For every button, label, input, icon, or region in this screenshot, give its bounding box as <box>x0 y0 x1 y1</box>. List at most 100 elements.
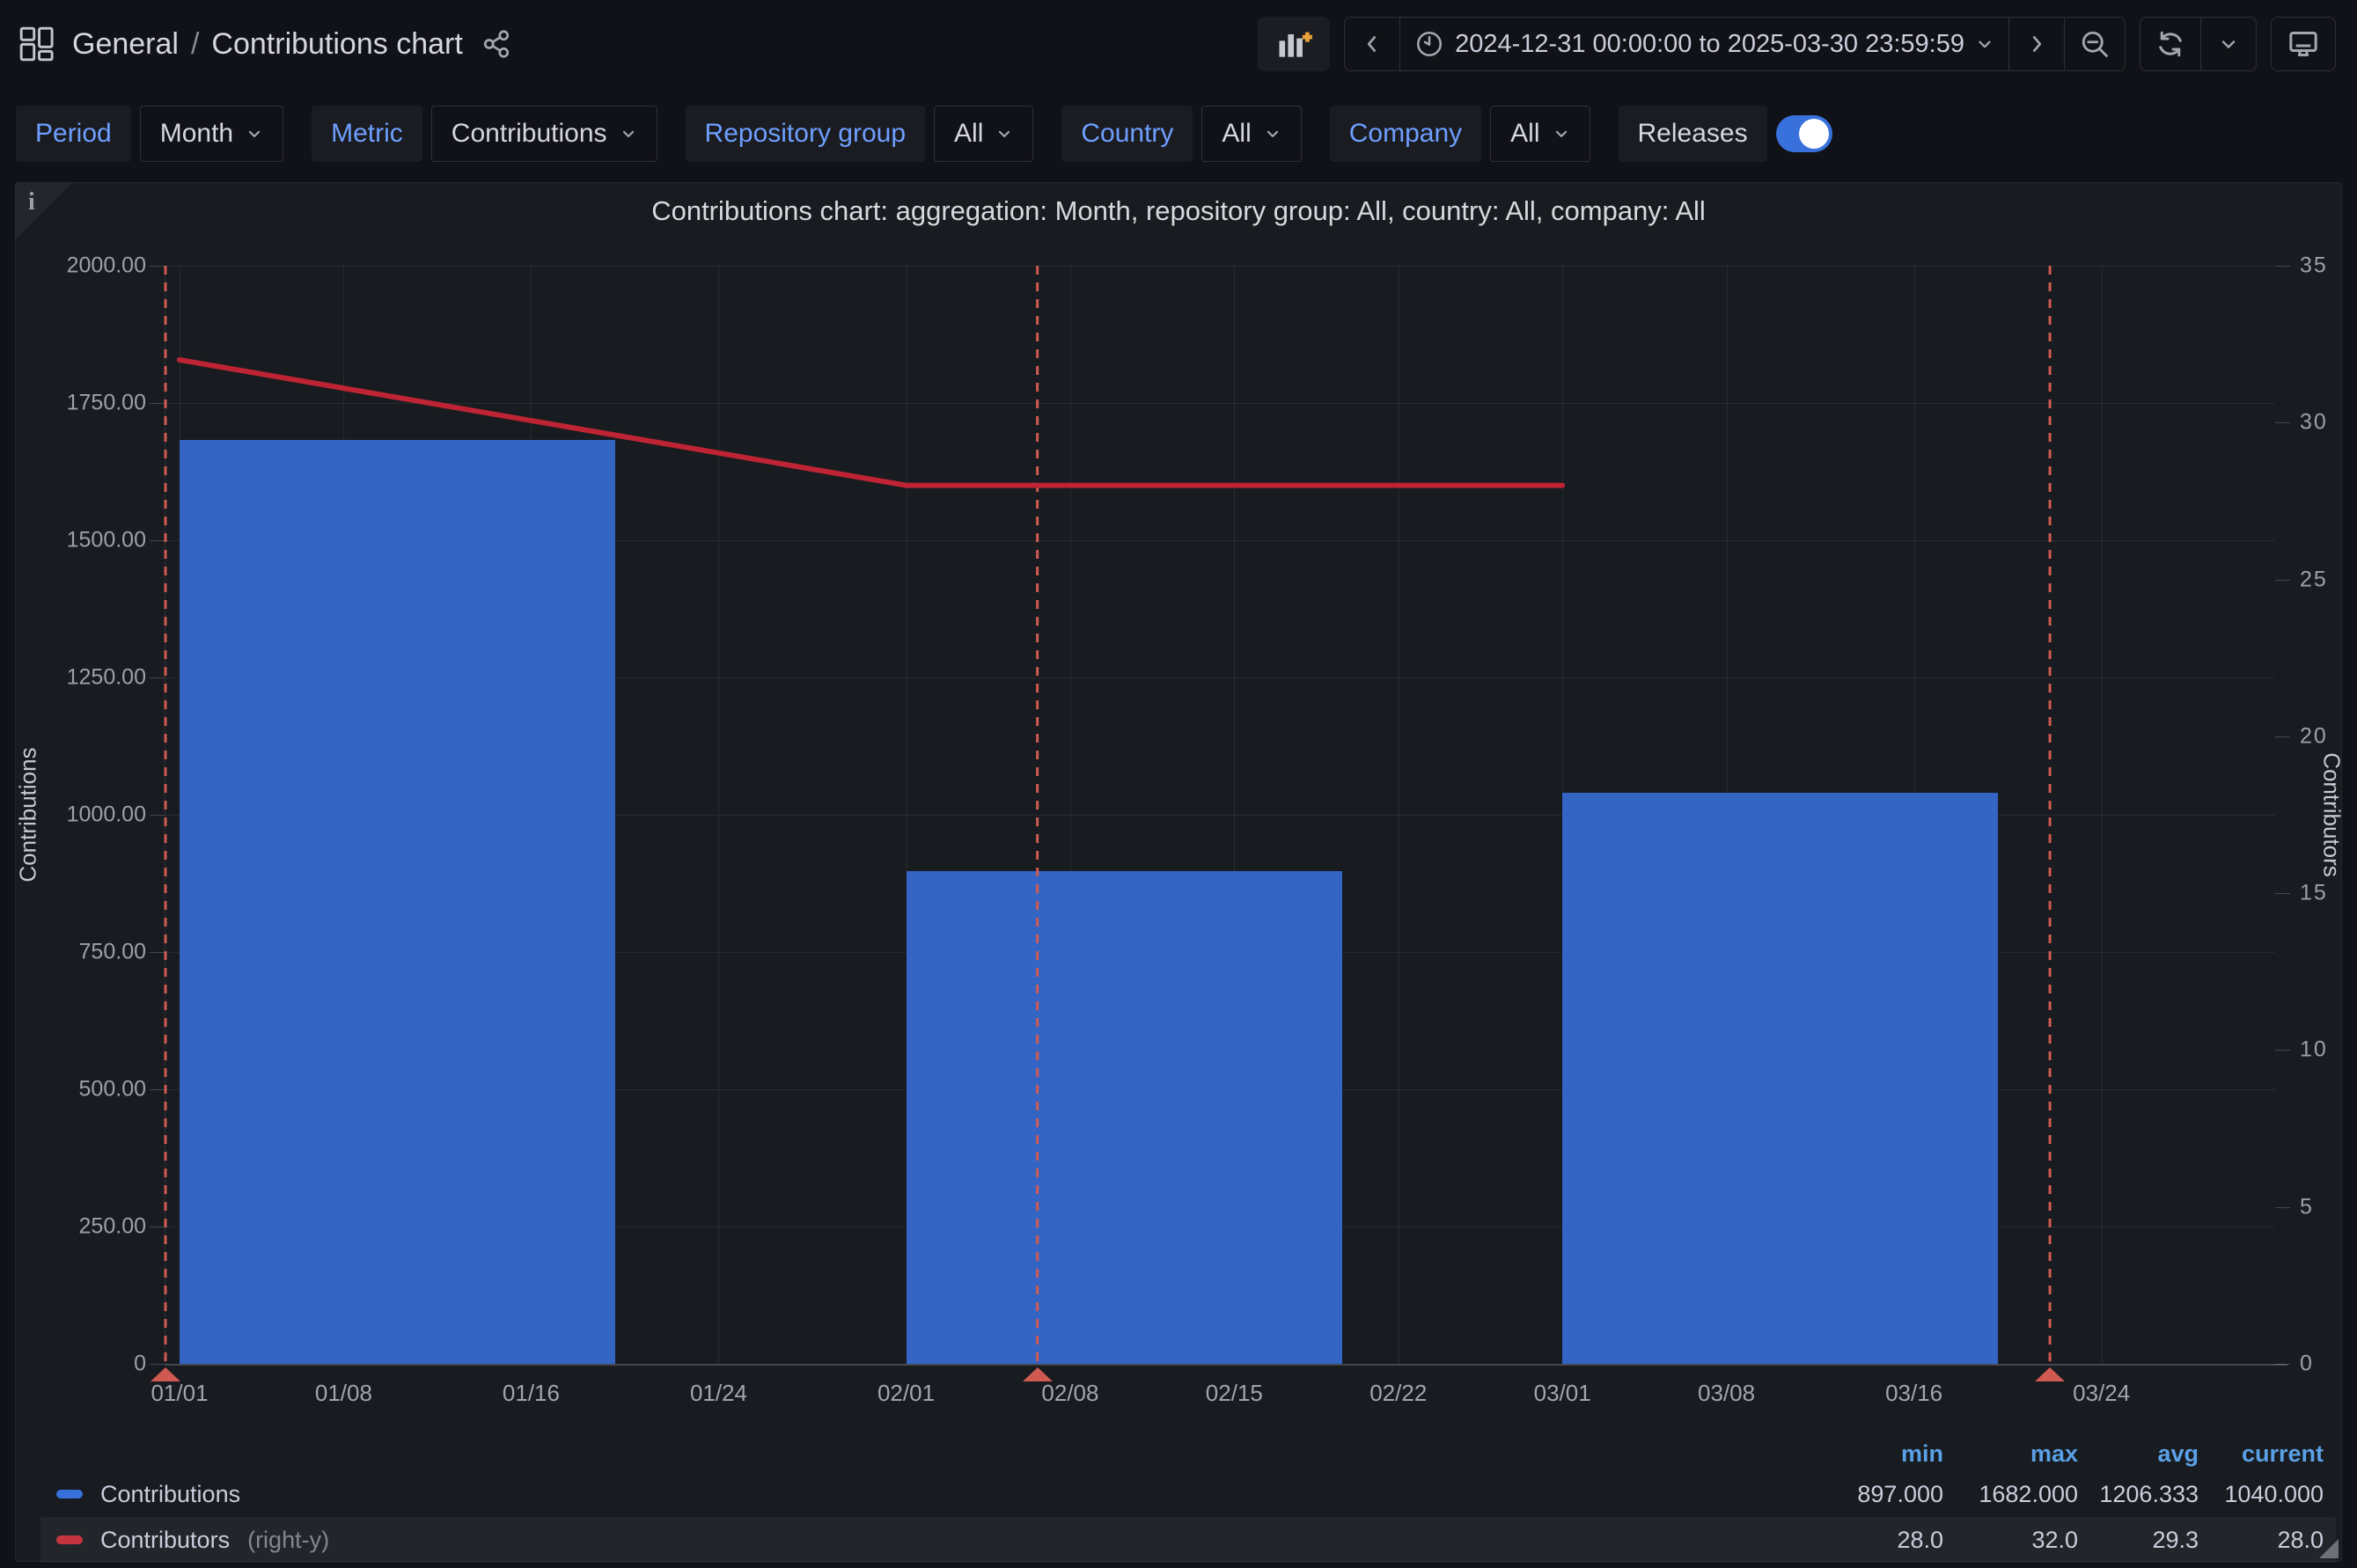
x-axis-label: 01/01 <box>151 1380 208 1407</box>
y-axis-label-left: 2000.00 <box>32 253 146 279</box>
filter-label-metric[interactable]: Metric <box>312 106 422 162</box>
x-axis-label: 01/08 <box>315 1380 372 1407</box>
y-axis-label-left: 1250.00 <box>32 665 146 691</box>
filter-value-country[interactable]: All <box>1201 106 1301 162</box>
time-range-text: 2024-12-31 00:00:00 to 2025-03-30 23:59:… <box>1455 30 1964 59</box>
y-axis-tick <box>150 266 165 267</box>
legend-stat-current: 1040.000 <box>2199 1481 2324 1508</box>
release-marker-icon[interactable] <box>2035 1367 2065 1381</box>
zoom-out-button[interactable] <box>2064 17 2126 71</box>
breadcrumb-separator: / <box>191 27 199 62</box>
x-axis-label: 03/24 <box>2073 1380 2130 1407</box>
y-axis-label-right: 5 <box>2300 1194 2314 1220</box>
y-axis-label-right: 15 <box>2300 881 2328 906</box>
filter-value-period[interactable]: Month <box>140 106 283 162</box>
legend-header-row: minmaxavgcurrent <box>40 1436 2336 1471</box>
plot-area[interactable] <box>165 266 2275 1364</box>
x-axis-label: 03/16 <box>1885 1380 1942 1407</box>
y-axis-tick <box>2275 580 2290 581</box>
y-axis-tick <box>2275 266 2290 267</box>
legend-sort-avg[interactable]: avg <box>2078 1440 2199 1468</box>
releases-label: Releases <box>1619 106 1767 162</box>
add-panel-button[interactable] <box>1258 17 1330 71</box>
y-axis-label-left: 0 <box>32 1352 146 1377</box>
x-axis-label: 03/01 <box>1534 1380 1591 1407</box>
y-axis-tick <box>150 815 165 816</box>
y-axis-tick <box>2275 893 2290 894</box>
chevron-down-icon <box>1975 34 1994 54</box>
filter-releases: Releases <box>1619 106 1832 162</box>
legend-sort-min[interactable]: min <box>1811 1440 1943 1468</box>
legend-swatch-icon <box>56 1490 83 1498</box>
breadcrumb-root[interactable]: General <box>72 27 179 62</box>
kiosk-mode-button[interactable] <box>2271 17 2336 71</box>
filter-value-company[interactable]: All <box>1490 106 1590 162</box>
y-axis-tick <box>2275 422 2290 423</box>
dashboard-grid-icon[interactable] <box>19 26 55 62</box>
y-axis-label-right: 20 <box>2300 723 2328 749</box>
filter-metric: Metric Contributions <box>312 106 657 162</box>
refresh-interval-dropdown[interactable] <box>2200 17 2257 71</box>
share-alt-icon[interactable] <box>481 28 512 60</box>
refresh-group <box>2140 17 2257 71</box>
legend-row-contributions: Contributions897.0001682.0001206.3331040… <box>40 1471 2336 1517</box>
filter-label-period[interactable]: Period <box>16 106 131 162</box>
legend-stat-min: 897.000 <box>1811 1481 1943 1508</box>
left-axis-title: Contributions <box>15 747 42 882</box>
y-axis-tick <box>2275 1050 2290 1051</box>
legend-stat-max: 32.0 <box>1943 1527 2078 1554</box>
chevron-down-icon <box>1264 125 1281 143</box>
time-shift-forward-button[interactable] <box>2008 17 2065 71</box>
panel-contributions-chart: i Contributions chart: aggregation: Mont… <box>15 182 2342 1562</box>
y-axis-label-left: 1500.00 <box>32 528 146 553</box>
legend-stat-avg: 29.3 <box>2078 1527 2199 1554</box>
x-axis-label: 01/16 <box>503 1380 560 1407</box>
y-axis-tick <box>150 1364 165 1365</box>
y-axis-tick <box>2275 736 2290 737</box>
contributors-line-series <box>165 266 2275 1364</box>
time-range-button[interactable]: 2024-12-31 00:00:00 to 2025-03-30 23:59:… <box>1399 17 2009 71</box>
chart-area[interactable]: 2000.001750.001500.001250.001000.00750.0… <box>16 183 2341 1561</box>
x-axis-label: 03/08 <box>1698 1380 1755 1407</box>
legend-sort-current[interactable]: current <box>2199 1440 2324 1468</box>
legend: minmaxavgcurrentContributions897.0001682… <box>40 1436 2336 1563</box>
legend-item-contributors[interactable]: Contributors(right-y) <box>56 1527 1811 1554</box>
y-axis-tick <box>2275 1207 2290 1208</box>
breadcrumb: General / Contributions chart <box>72 27 463 62</box>
x-axis-label: 01/24 <box>690 1380 747 1407</box>
breadcrumb-current: Contributions chart <box>211 27 462 62</box>
filter-repository-group: Repository groupAll <box>686 106 1034 162</box>
filter-value-text: Contributions <box>452 119 607 149</box>
legend-stat-min: 28.0 <box>1811 1527 1943 1554</box>
nav-left: General / Contributions chart <box>19 26 512 62</box>
time-shift-back-button[interactable] <box>1344 17 1400 71</box>
filter-company: Company All <box>1330 106 1590 162</box>
y-axis-label-left: 750.00 <box>32 940 146 965</box>
filter-label-repository-group[interactable]: Repository group <box>686 106 925 162</box>
filter-label-country[interactable]: Country <box>1061 106 1193 162</box>
y-axis-tick <box>150 403 165 404</box>
x-axis-label: 02/01 <box>877 1380 935 1407</box>
grafana-dashboard: General / Contributions chart <box>0 0 2357 180</box>
nav-right: 2024-12-31 00:00:00 to 2025-03-30 23:59:… <box>1258 17 2336 71</box>
x-axis-label: 02/08 <box>1041 1380 1098 1407</box>
toggle-knob <box>1799 119 1829 149</box>
refresh-button[interactable] <box>2140 17 2201 71</box>
y-axis-label-left: 1000.00 <box>32 802 146 828</box>
filter-value-text: All <box>1222 119 1251 149</box>
releases-toggle[interactable] <box>1776 115 1832 152</box>
legend-stat-current: 28.0 <box>2199 1527 2324 1554</box>
filter-period: PeriodMonth <box>16 106 283 162</box>
x-axis-label: 02/15 <box>1206 1380 1263 1407</box>
y-axis-label-right: 30 <box>2300 410 2328 436</box>
filter-value-repository-group[interactable]: All <box>934 106 1033 162</box>
filter-label-company[interactable]: Company <box>1330 106 1481 162</box>
x-axis-label: 02/22 <box>1369 1380 1427 1407</box>
legend-item-contributions[interactable]: Contributions <box>56 1481 1811 1508</box>
chevron-down-icon <box>246 125 263 143</box>
y-axis-label-right: 10 <box>2300 1037 2328 1063</box>
filter-value-text: All <box>1510 119 1539 149</box>
y-axis-tick <box>150 540 165 541</box>
legend-sort-max[interactable]: max <box>1943 1440 2078 1468</box>
filter-value-metric[interactable]: Contributions <box>431 106 657 162</box>
